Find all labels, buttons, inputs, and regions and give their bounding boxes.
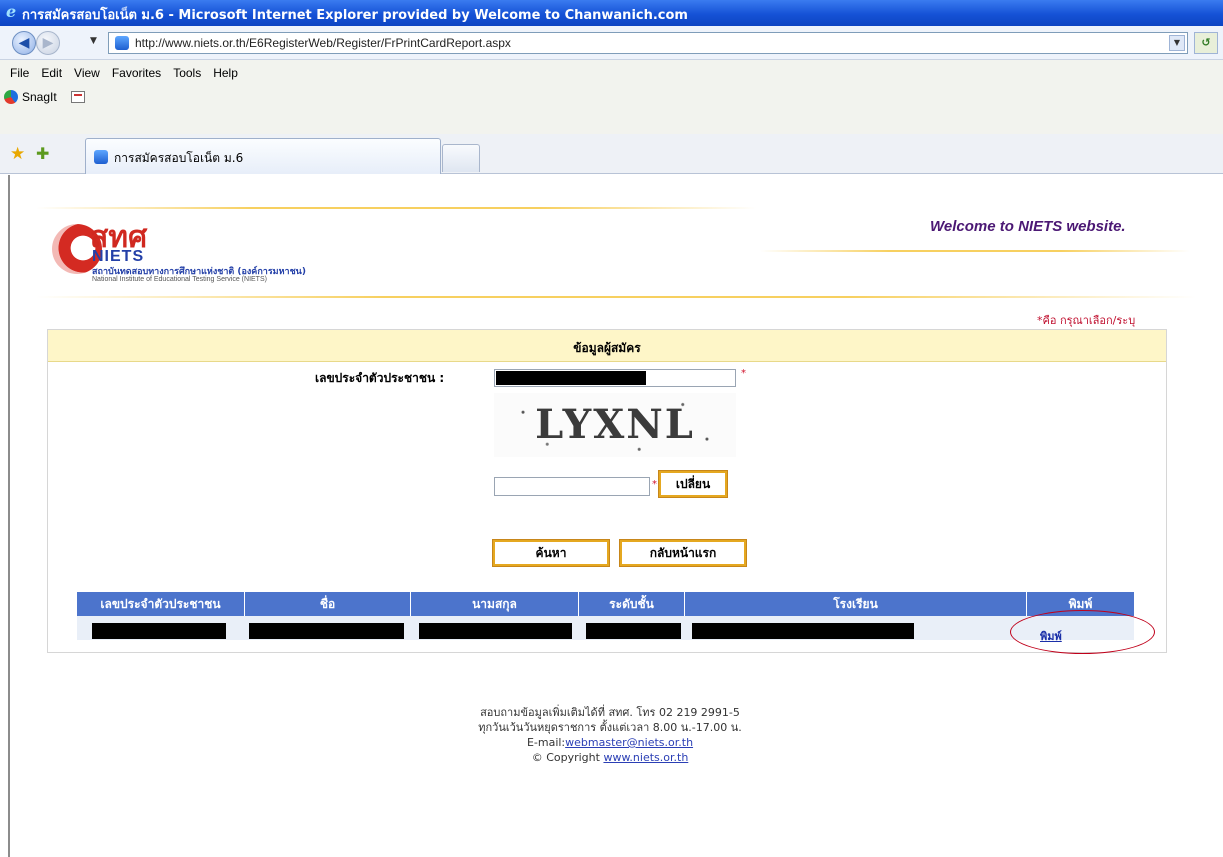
col-first-name: ชื่อ [245, 592, 411, 616]
niets-logo[interactable]: สทศ NIETS สถาบันทดสอบทางการศึกษาแห่งชาติ… [52, 218, 352, 290]
col-last-name: นามสกุล [411, 592, 579, 616]
address-toolbar: ◀ ▶ ▼ http://www.niets.or.th/E6RegisterW… [0, 26, 1223, 60]
redacted-value [496, 371, 646, 385]
address-dropdown-icon[interactable]: ▼ [1169, 35, 1185, 51]
menu-file[interactable]: File [4, 66, 35, 80]
tab-label: การสมัครสอบโอเน็ต ม.6 [114, 151, 244, 165]
menu-edit[interactable]: Edit [35, 66, 68, 80]
logo-english-fullname: National Institute of Educational Testin… [92, 276, 267, 283]
citizen-id-input[interactable] [494, 369, 736, 387]
footer-copyright-prefix: © Copyright [531, 751, 600, 764]
captcha-image: LYXNL [494, 393, 736, 457]
email-link[interactable]: webmaster@niets.or.th [565, 736, 693, 749]
snagit-toolbar: SnagIt [4, 90, 85, 104]
favorites-star-icon[interactable]: ★ [10, 144, 25, 164]
redacted-first-name [249, 623, 404, 639]
snagit-icon[interactable] [4, 90, 18, 104]
footer-contact: สอบถามข้อมูลเพิ่มเติมได้ที่ สทศ. โทร 02 … [480, 706, 740, 719]
window-titlebar[interactable]: e การสมัครสอบโอเน็ต ม.6 - Microsoft Inte… [0, 0, 1223, 26]
website-link[interactable]: www.niets.or.th [603, 751, 688, 764]
col-school: โรงเรียน [685, 592, 1027, 616]
refresh-button[interactable]: ↺ [1194, 32, 1218, 54]
footer-email-line: E-mail:webmaster@niets.or.th [360, 735, 860, 750]
footer-copyright-line: © Copyright www.niets.or.th [360, 750, 860, 765]
footer: สอบถามข้อมูลเพิ่มเติมได้ที่ สทศ. โทร 02 … [360, 705, 860, 765]
menu-area: File Edit View Favorites Tools Help Snag… [0, 60, 1223, 134]
panel-header: ข้อมูลผู้สมัคร [48, 330, 1166, 362]
tab-bar: ★ ✚ การสมัครสอบโอเน็ต ม.6 [0, 134, 1223, 174]
snagit-capture-icon[interactable] [70, 91, 85, 103]
citizen-id-label: เลขประจำตัวประชาชน : [315, 371, 445, 385]
welcome-text: Welcome to NIETS website. [930, 218, 1126, 235]
page-icon [94, 150, 108, 164]
forward-button[interactable]: ▶ [36, 31, 60, 55]
history-dropdown-icon[interactable]: ▼ [90, 36, 97, 46]
redacted-grade [586, 623, 681, 639]
address-input[interactable]: http://www.niets.or.th/E6RegisterWeb/Reg… [108, 32, 1188, 54]
home-button[interactable]: กลับหน้าแรก [619, 539, 747, 567]
table-header-row: เลขประจำตัวประชาชน ชื่อ นามสกุล ระดับชั้… [77, 592, 1134, 616]
col-citizen-id: เลขประจำตัวประชาชน [77, 592, 245, 616]
redacted-school [692, 623, 914, 639]
redacted-citizen-id [92, 623, 226, 639]
captcha-input[interactable] [494, 477, 650, 496]
col-grade: ระดับชั้น [579, 592, 685, 616]
menu-favorites[interactable]: Favorites [106, 66, 167, 80]
required-mark: * [741, 368, 746, 379]
menu-help[interactable]: Help [207, 66, 244, 80]
section-title: ข้อมูลผู้สมัคร [573, 341, 641, 355]
change-captcha-button[interactable]: เปลี่ยน [658, 470, 728, 498]
new-tab-button[interactable] [442, 144, 480, 172]
page-frame-border [8, 175, 10, 857]
url-text: http://www.niets.or.th/E6RegisterWeb/Reg… [135, 36, 511, 50]
header-stripe [36, 207, 756, 209]
table-row [77, 616, 1134, 640]
window-title: การสมัครสอบโอเน็ต ม.6 - Microsoft Intern… [22, 8, 688, 23]
required-note: *คือ กรุณาเลือก/ระบุ [1037, 314, 1136, 327]
print-link[interactable]: พิมพ์ [1040, 627, 1062, 645]
search-button[interactable]: ค้นหา [492, 539, 610, 567]
menu-tools[interactable]: Tools [167, 66, 207, 80]
footer-hours: ทุกวันเว้นวันหยุดราชการ ตั้งแต่เวลา 8.00… [478, 721, 742, 734]
menu-bar: File Edit View Favorites Tools Help [4, 66, 244, 80]
highlight-circle [1010, 610, 1155, 654]
menu-view[interactable]: View [68, 66, 106, 80]
tab-active[interactable]: การสมัครสอบโอเน็ต ม.6 [85, 138, 441, 174]
captcha-text: LYXNL [535, 401, 695, 448]
page-icon [115, 36, 129, 50]
add-favorite-icon[interactable]: ✚ [36, 144, 49, 163]
required-mark: * [652, 479, 657, 490]
back-button[interactable]: ◀ [12, 31, 36, 55]
snagit-button[interactable]: SnagIt [22, 90, 57, 104]
header-stripe [36, 296, 1196, 298]
header-stripe [760, 250, 1190, 252]
redacted-last-name [419, 623, 572, 639]
footer-email-prefix: E-mail: [526, 736, 566, 749]
